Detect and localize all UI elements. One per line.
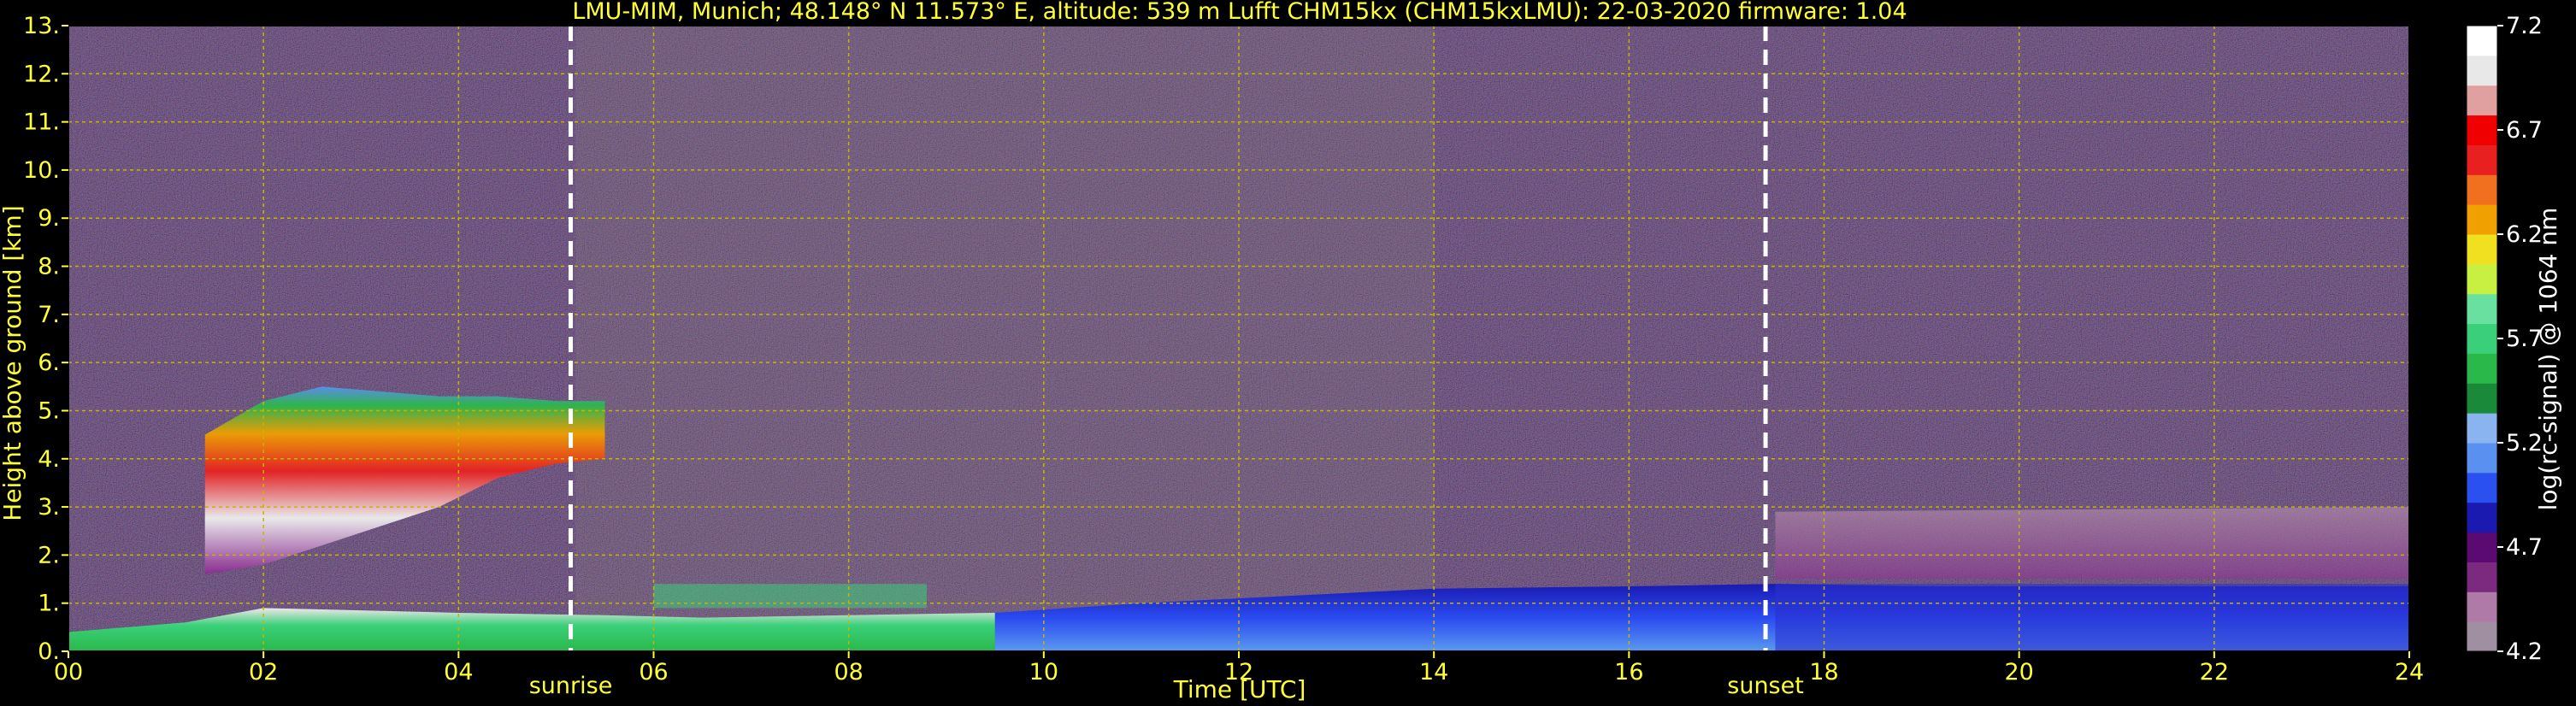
- colorbar-tick-label: 4.7: [2506, 534, 2543, 561]
- y-tick-label: 11.: [23, 109, 60, 136]
- chart-title: LMU-MIM, Munich; 48.148° N 11.573° E, al…: [572, 0, 1907, 25]
- colorbar-tick-label: 4.2: [2506, 638, 2543, 665]
- x-tick-label: 04: [444, 659, 473, 685]
- aerosol-layer-evening: [1775, 507, 2409, 580]
- colorbar-segment: [2467, 562, 2497, 592]
- chart-canvas: sunrise sunset 00 02 04 06 08 10 12 14 16 18 20 22 24…: [0, 0, 2562, 703]
- y-tick-label: 8.: [38, 254, 60, 280]
- y-tick-label: 13.: [23, 13, 60, 39]
- y-tick-label: 9.: [38, 205, 60, 232]
- colorbar-segment: [2467, 26, 2497, 56]
- colorbar-segment: [2467, 591, 2497, 622]
- colorbar-tick-label: 7.2: [2506, 13, 2543, 39]
- x-tick-label: 20: [2004, 659, 2033, 685]
- colorbar-segment: [2467, 234, 2497, 265]
- y-tick-label: 1.: [38, 591, 60, 617]
- x-tick-label: 06: [639, 659, 668, 685]
- y-tick-label: 4.: [38, 446, 60, 473]
- x-tick-label: 24: [2395, 659, 2424, 685]
- y-tick-label: 3.: [38, 494, 60, 521]
- sunrise-label: sunrise: [529, 673, 613, 699]
- x-axis-label: Time [UTC]: [1173, 675, 1306, 703]
- x-tick-label: 16: [1614, 659, 1643, 685]
- x-tick-label: 14: [1419, 659, 1448, 685]
- y-tick-label: 5.: [38, 397, 60, 424]
- x-tick-label: 10: [1029, 659, 1058, 685]
- colorbar-segment: [2467, 323, 2497, 354]
- colorbar-segment: [2467, 413, 2497, 444]
- colorbar-segment: [2467, 204, 2497, 235]
- colorbar-segment: [2467, 502, 2497, 533]
- lidar-chart: sunrise sunset 00 02 04 06 08 10 12 14 16 18 20 22 24…: [0, 0, 2576, 706]
- x-tick-label: 08: [834, 659, 863, 685]
- colorbar-segment: [2467, 383, 2497, 414]
- x-tick-label: 02: [249, 659, 278, 685]
- colorbar-segment: [2467, 144, 2497, 175]
- colorbar-segment: [2467, 472, 2497, 503]
- y-axis-label: Height above ground [km]: [0, 205, 27, 521]
- colorbar-tick-label: 6.7: [2506, 117, 2543, 144]
- colorbar-segment: [2467, 174, 2497, 205]
- daylight-noise: [575, 26, 1435, 651]
- colorbar-segment: [2467, 115, 2497, 145]
- y-tick-label: 7.: [38, 302, 60, 328]
- colorbar-segment: [2467, 293, 2497, 325]
- colorbar-segment: [2467, 263, 2497, 295]
- colorbar-segment: [2467, 353, 2497, 384]
- x-tick-label: 22: [2200, 659, 2229, 685]
- colorbar-segment: [2467, 85, 2497, 116]
- y-tick-label: 6.: [38, 350, 60, 376]
- x-tick-label: 18: [1809, 659, 1838, 685]
- colorbar-segment: [2467, 55, 2497, 86]
- morning-residual-layer: [653, 584, 927, 609]
- colorbar: 4.24.75.25.76.26.77.2: [2466, 13, 2543, 665]
- y-tick-label: 12.: [23, 61, 60, 87]
- y-tick-label: 0.: [38, 638, 60, 665]
- colorbar-segment: [2467, 621, 2497, 652]
- y-tick-label: 2.: [38, 542, 60, 568]
- colorbar-label: log(rc-signal) @ 1064 nm: [2534, 208, 2562, 511]
- sunset-label: sunset: [1727, 673, 1804, 699]
- evening-boundary-layer: [1775, 584, 2409, 651]
- colorbar-segment: [2467, 532, 2497, 562]
- colorbar-segment: [2467, 443, 2497, 474]
- y-tick-label: 10.: [23, 157, 60, 184]
